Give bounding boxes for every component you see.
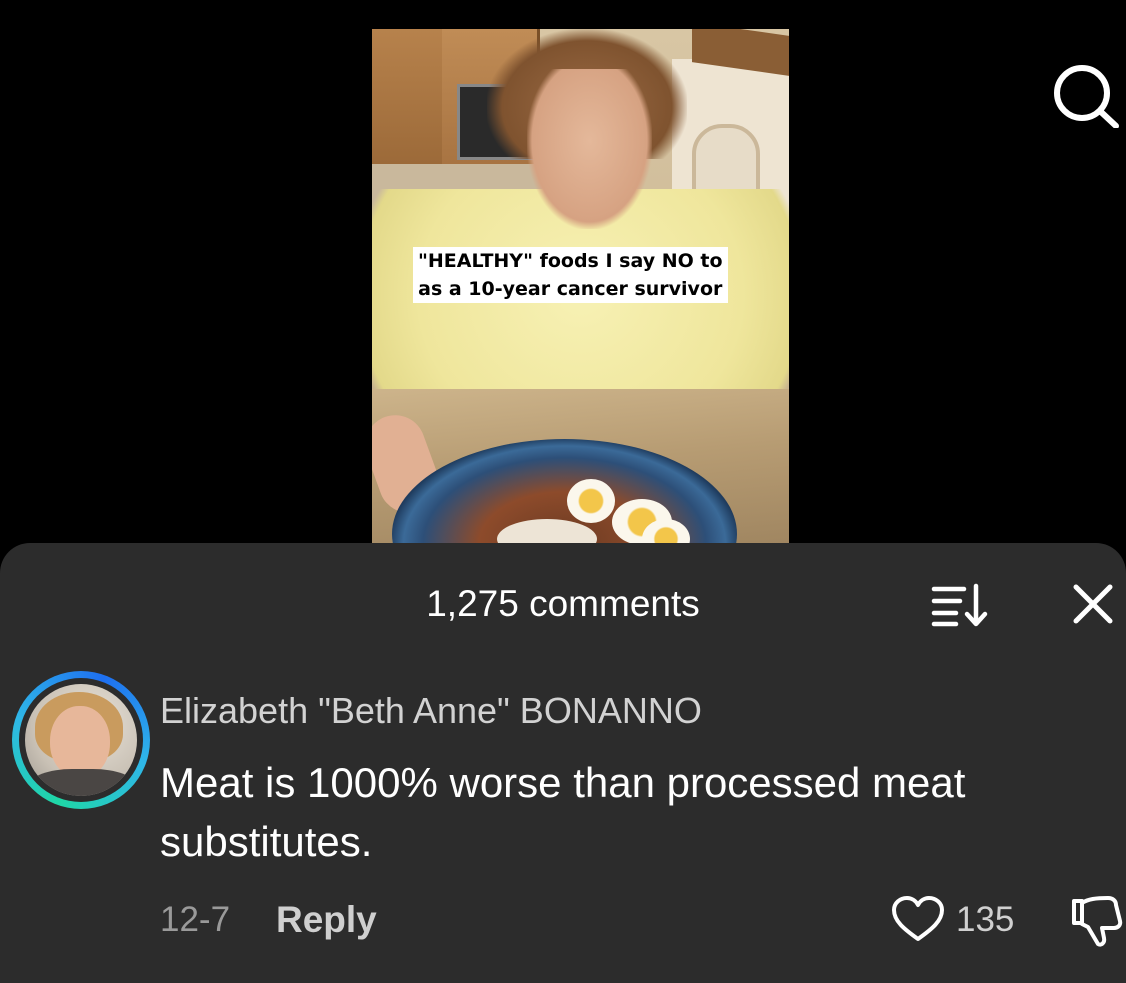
video-frame-cabinet	[372, 29, 447, 164]
video-player[interactable]: "HEALTHY" foods I say NO to as a 10-year…	[372, 29, 789, 549]
video-frame-egg	[567, 479, 615, 523]
video-frame-person-face	[527, 69, 652, 229]
search-button[interactable]	[1050, 62, 1120, 129]
comment-author-name[interactable]: Elizabeth "Beth Anne" BONANNO	[160, 691, 702, 731]
close-icon	[1073, 584, 1113, 624]
avatar-image	[25, 684, 137, 796]
comment-text: Meat is 1000% worse than processed meat …	[160, 759, 966, 865]
sort-comments-button[interactable]	[930, 581, 990, 629]
like-count: 135	[956, 900, 1015, 939]
reply-button[interactable]: Reply	[276, 900, 377, 940]
thumbs-down-icon	[1072, 896, 1123, 947]
search-icon	[1054, 65, 1119, 129]
sort-icon	[931, 583, 988, 627]
like-button[interactable]	[890, 894, 946, 944]
video-caption: "HEALTHY" foods I say NO to as a 10-year…	[413, 247, 728, 303]
dislike-button[interactable]	[1068, 893, 1124, 949]
comment-date: 12-7	[160, 900, 231, 939]
heart-icon	[892, 896, 944, 941]
avatar[interactable]	[12, 671, 150, 809]
app-root: "HEALTHY" foods I say NO to as a 10-year…	[0, 0, 1126, 983]
close-comments-button[interactable]	[1068, 581, 1118, 629]
comments-sheet: 1,275 comments Elizabeth "Beth Anne" BON…	[0, 543, 1126, 983]
